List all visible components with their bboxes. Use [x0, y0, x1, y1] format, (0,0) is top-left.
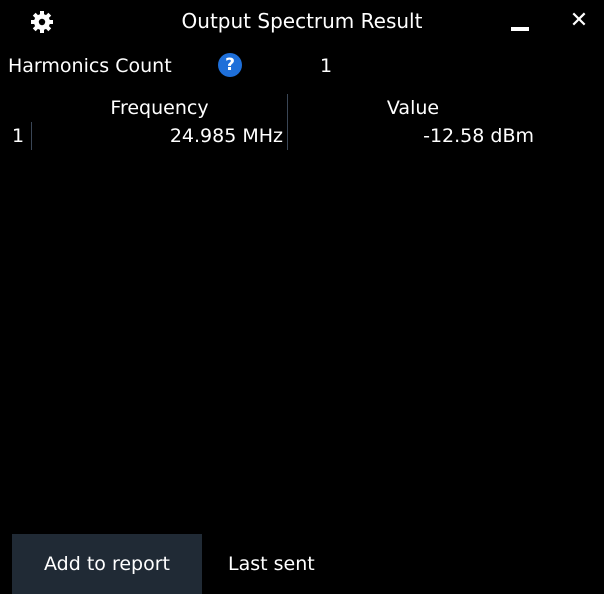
add-to-report-button[interactable]: Add to report	[12, 534, 202, 594]
row-index: 1	[8, 122, 32, 150]
last-sent-label: Last sent	[228, 553, 315, 575]
close-button[interactable]: ✕	[566, 8, 592, 34]
harmonics-count-value: 1	[320, 55, 333, 77]
minimize-icon	[511, 27, 529, 31]
help-icon[interactable]: ?	[218, 53, 242, 77]
header-index	[8, 94, 32, 122]
header-frequency: Frequency	[32, 94, 288, 122]
harmonics-count-label: Harmonics Count	[8, 55, 172, 77]
minimize-button[interactable]	[508, 10, 536, 36]
footer-bar: Add to report Last sent	[0, 534, 604, 594]
row-frequency: 24.985 MHz	[32, 122, 288, 150]
header-value: Value	[386, 97, 440, 119]
title-bar: Output Spectrum Result ✕	[0, 0, 604, 42]
row-value: -12.58 dBm	[423, 125, 534, 147]
